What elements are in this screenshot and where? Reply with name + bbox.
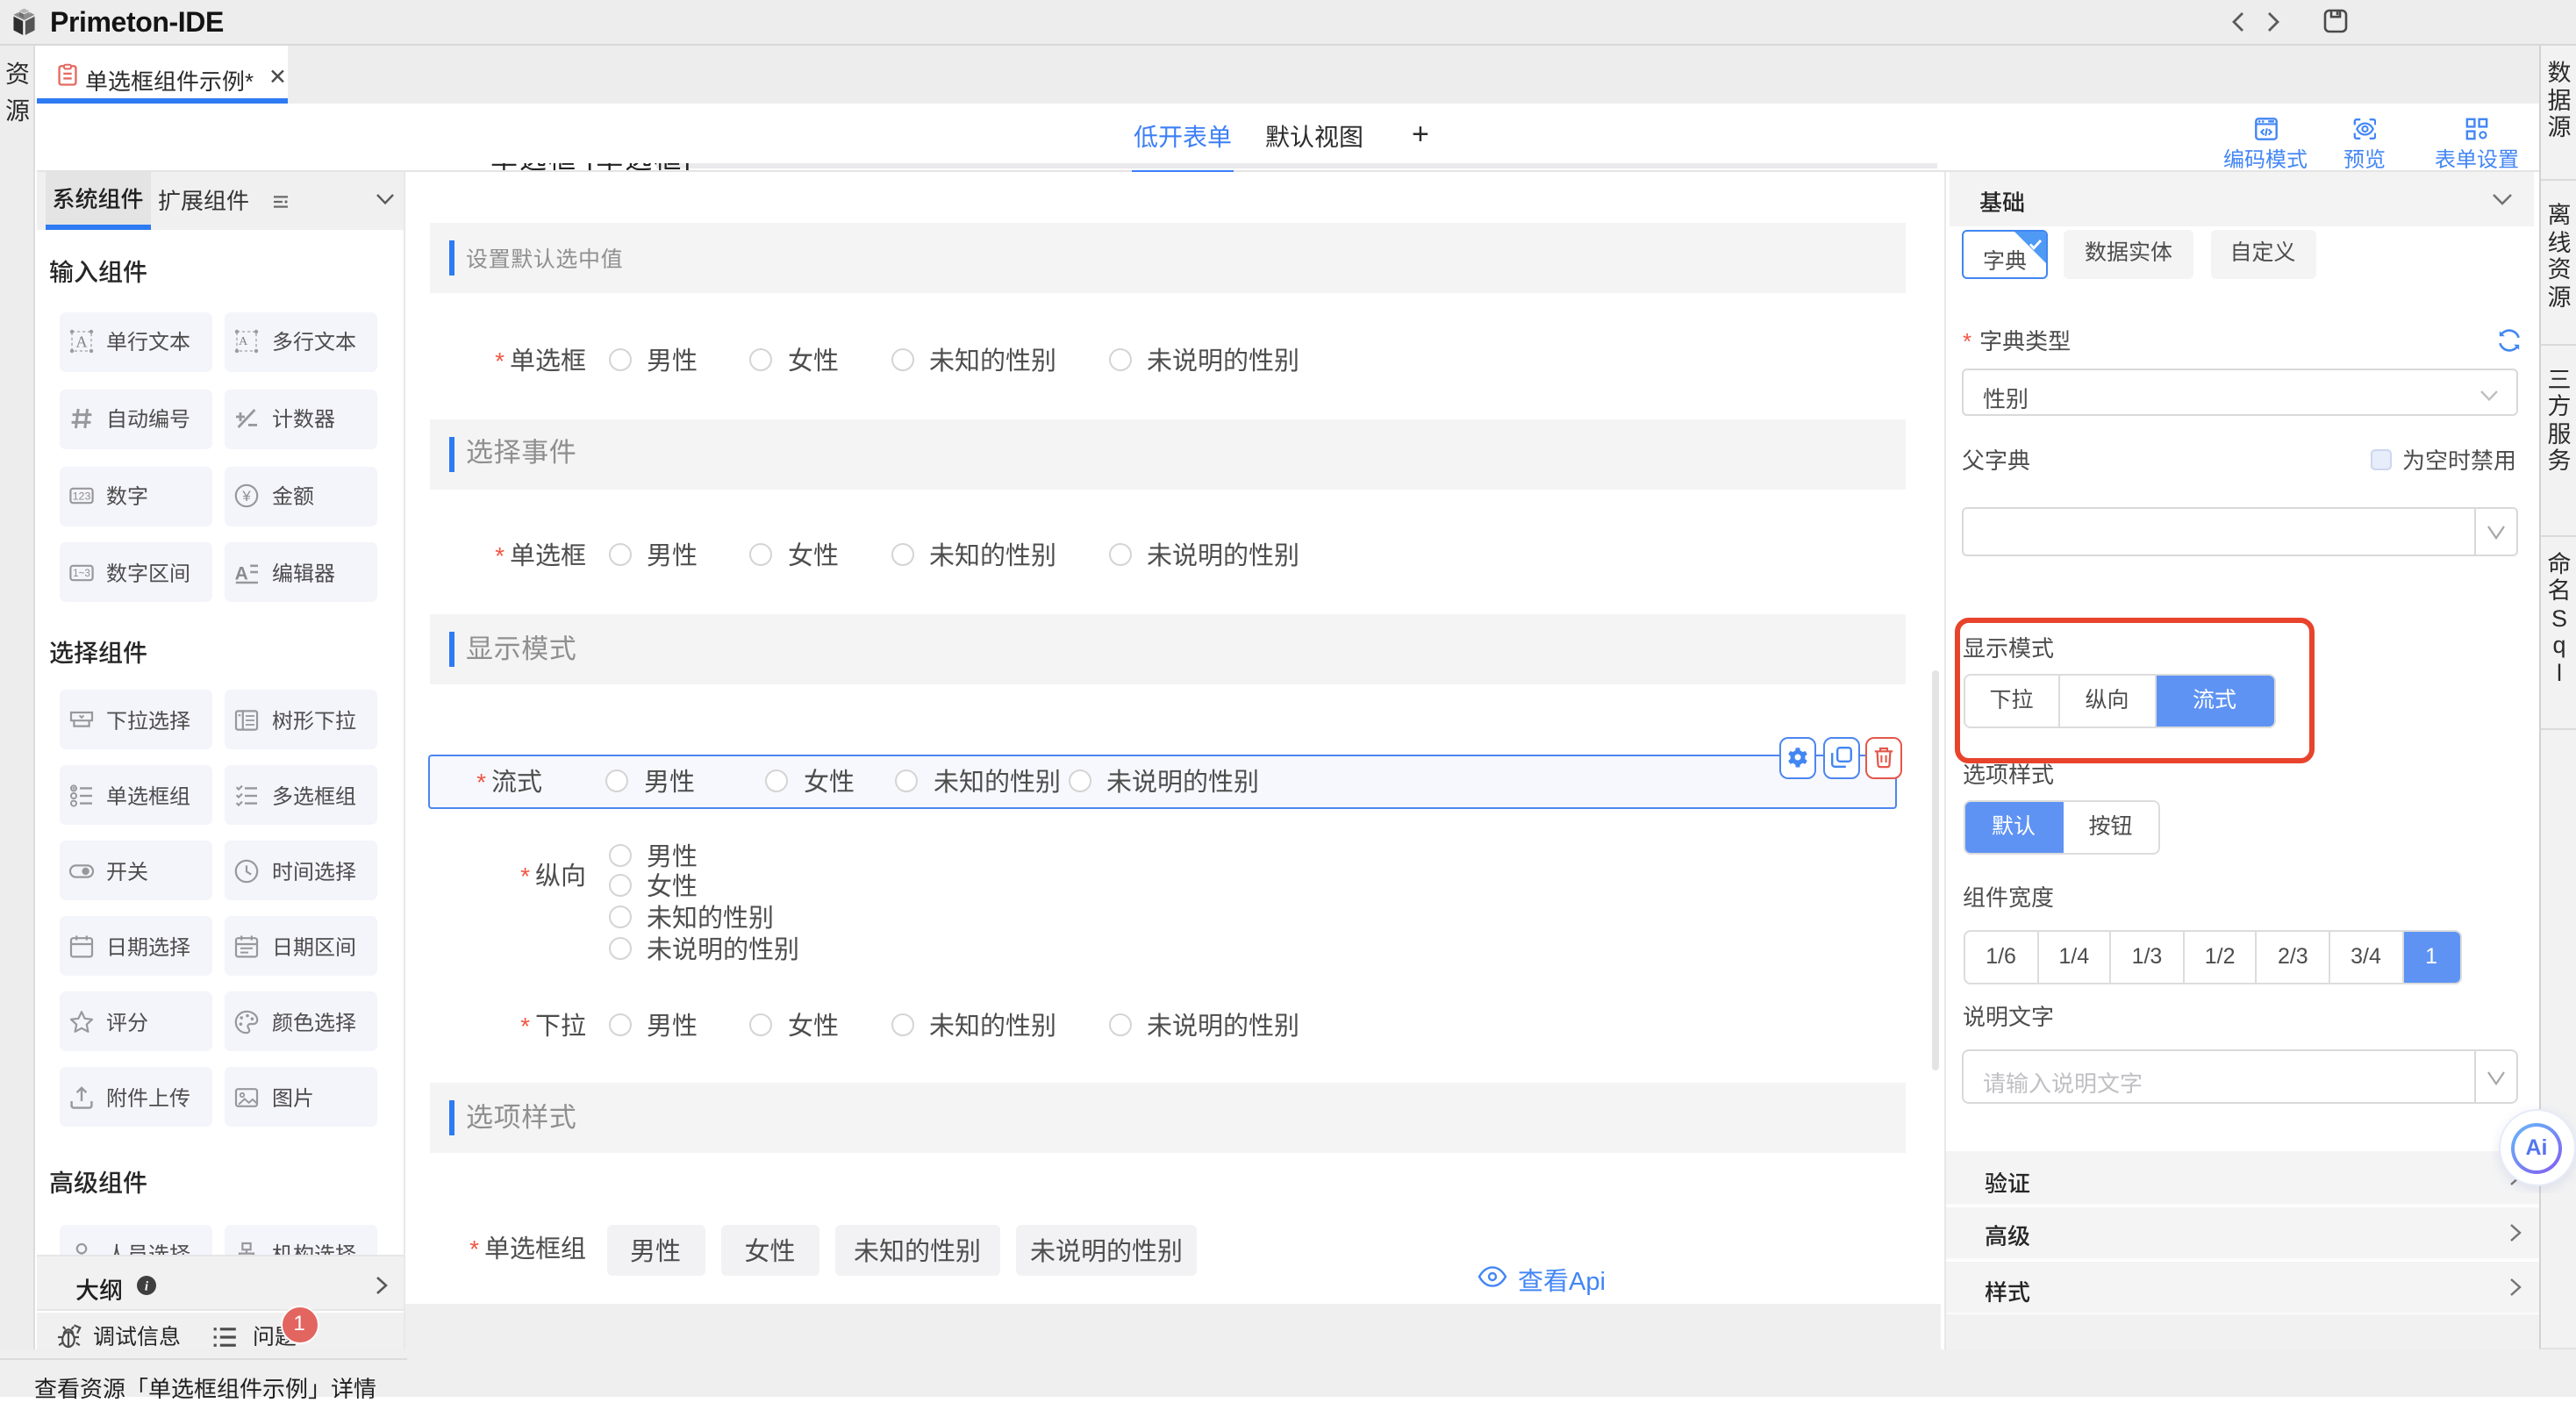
svg-text:A: A [235, 562, 248, 583]
svg-text:123: 123 [72, 490, 90, 503]
svg-text:A: A [75, 333, 87, 351]
svg-text:1~3: 1~3 [72, 567, 89, 578]
svg-text:¥: ¥ [241, 488, 251, 505]
svg-text:A: A [239, 335, 248, 348]
